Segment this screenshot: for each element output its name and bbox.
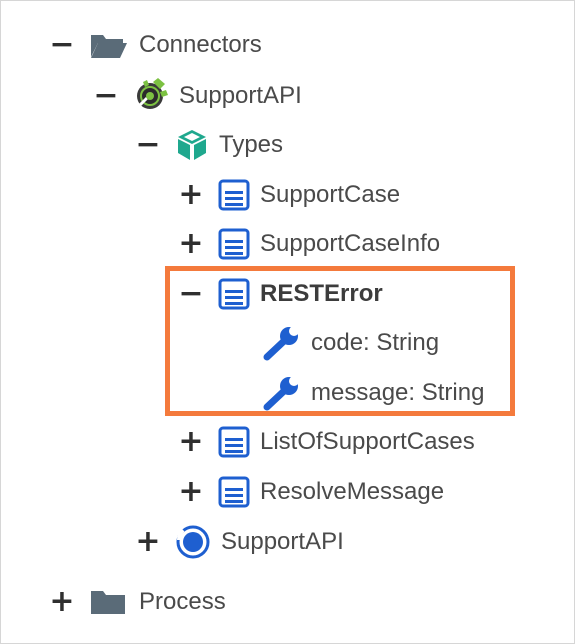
expand-toggle[interactable]: + (178, 427, 204, 457)
tree-node-label: ListOfSupportCases (260, 428, 475, 455)
expand-toggle[interactable]: + (178, 180, 204, 210)
expand-toggle[interactable]: + (178, 229, 204, 259)
expand-toggle[interactable]: + (49, 587, 75, 617)
tree-node-label: Process (139, 588, 226, 615)
tree-node-label: Connectors (139, 31, 262, 58)
expand-toggle[interactable]: + (178, 477, 204, 507)
service-icon (175, 524, 211, 560)
collapse-toggle[interactable]: − (135, 130, 161, 160)
connector-icon (133, 78, 169, 114)
tree-node-label: SupportCase (260, 181, 401, 208)
tree-node-supportcase[interactable]: + SupportCase (178, 175, 400, 215)
tree-node-label: SupportCaseInfo (260, 230, 441, 257)
folder-open-icon (89, 30, 129, 60)
tree-node-label: SupportAPI (221, 528, 344, 555)
highlight-box (165, 266, 515, 416)
tree-node-types[interactable]: − Types (135, 125, 283, 165)
tree-node-listofsupportcases[interactable]: + ListOfSupportCases (178, 422, 475, 462)
tree-node-supportapi-service[interactable]: + SupportAPI (135, 522, 344, 562)
tree-node-connectors[interactable]: − Connectors (49, 25, 262, 65)
type-icon (218, 179, 250, 211)
tree-node-label: ResolveMessage (260, 478, 445, 505)
type-icon (218, 476, 250, 508)
tree-node-resolvemessage[interactable]: + ResolveMessage (178, 472, 444, 512)
cube-icon (175, 128, 209, 162)
collapse-toggle[interactable]: − (93, 81, 119, 111)
tree-node-label: SupportAPI (179, 82, 302, 109)
tree-node-label: Types (219, 131, 284, 158)
collapse-toggle[interactable]: − (49, 30, 75, 60)
folder-icon (89, 587, 129, 617)
tree-node-process[interactable]: + Process (49, 582, 226, 622)
type-icon (218, 228, 250, 260)
type-icon (218, 426, 250, 458)
tree-node-supportcaseinfo[interactable]: + SupportCaseInfo (178, 224, 440, 264)
tree-node-supportapi-connector[interactable]: − SupportAPI (93, 76, 302, 116)
tree-panel: − Connectors − SupportAPI − Types + Supp… (0, 0, 575, 644)
expand-toggle[interactable]: + (135, 527, 161, 557)
